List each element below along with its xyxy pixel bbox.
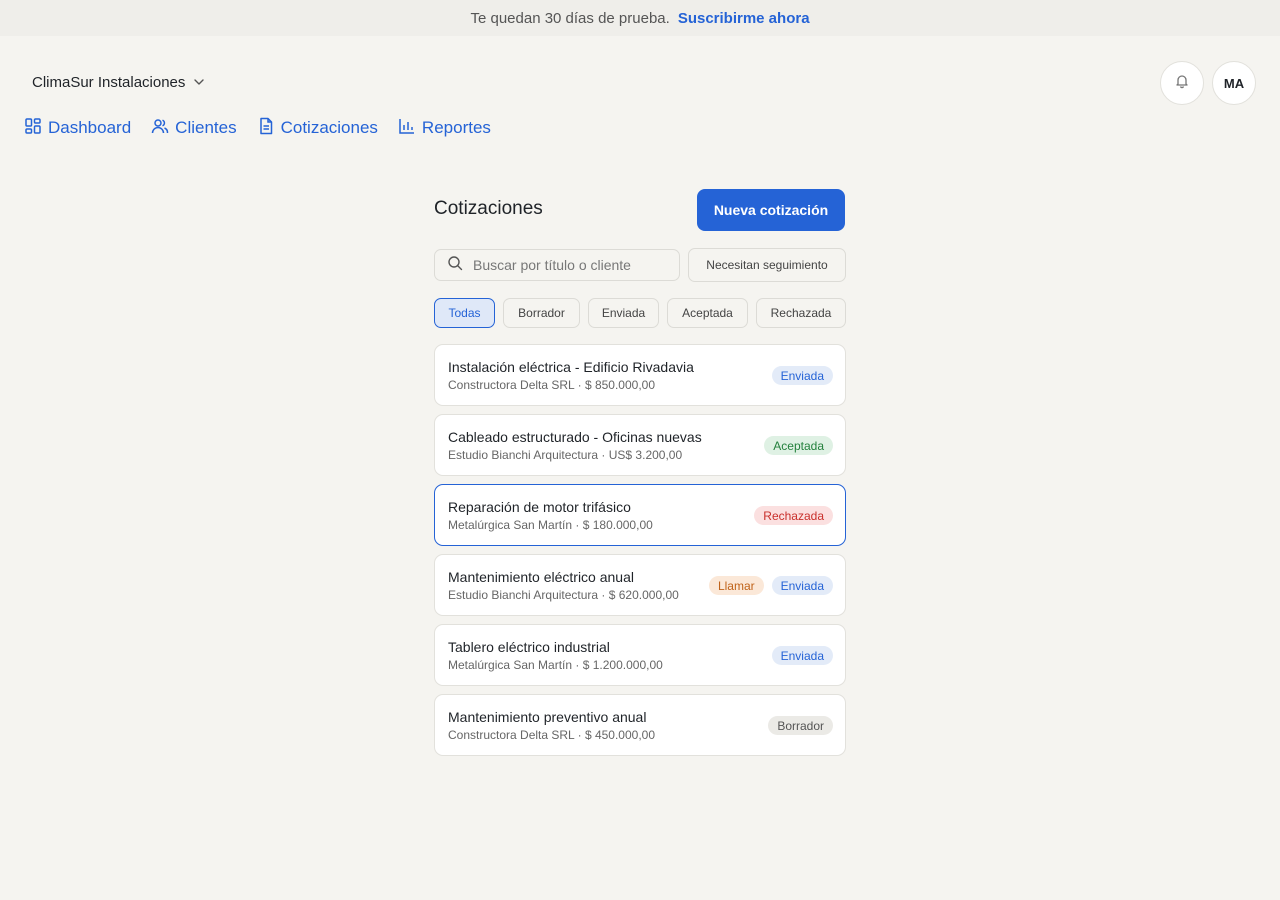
quote-title: Mantenimiento eléctrico anual — [448, 569, 634, 585]
trial-banner: Te quedan 30 días de prueba. Suscribirme… — [0, 0, 1280, 36]
status-badge: Borrador — [768, 716, 833, 735]
quote-card[interactable]: Tablero eléctrico industrial Metalúrgica… — [434, 624, 846, 686]
quote-title: Cableado estructurado - Oficinas nuevas — [448, 429, 702, 445]
bell-icon — [1174, 73, 1190, 94]
quote-card[interactable]: Reparación de motor trifásico Metalúrgic… — [434, 484, 846, 546]
dashboard-icon — [24, 117, 48, 140]
quote-subtitle: Constructora Delta SRL · $ 450.000,00 — [448, 728, 656, 742]
search-icon — [447, 255, 463, 276]
quote-subtitle: Estudio Bianchi Arquitectura · $ 620.000… — [448, 588, 679, 602]
quote-subtitle: Estudio Bianchi Arquitectura · US$ 3.200… — [448, 448, 683, 462]
filter-rechazada[interactable]: Rechazada — [756, 298, 846, 328]
status-badge: Enviada — [771, 576, 833, 595]
quote-subtitle: Metalúrgica San Martín · $ 1.200.000,00 — [448, 658, 663, 672]
quote-subtitle: Metalúrgica San Martín · $ 180.000,00 — [448, 518, 653, 532]
page-title: Cotizaciones — [434, 198, 543, 219]
nav-label: Reportes — [421, 118, 491, 137]
workspace-name: ClimaSur Instalaciones — [32, 73, 186, 91]
filter-aceptada[interactable]: Aceptada — [667, 298, 748, 328]
quote-card[interactable]: Cableado estructurado - Oficinas nuevas … — [434, 414, 846, 476]
avatar-initials: MA — [1223, 75, 1245, 91]
main-nav: Dashboard Clientes Cotizaciones Reportes — [24, 116, 511, 140]
status-badge: Enviada — [771, 366, 833, 385]
nav-label: Clientes — [175, 118, 237, 137]
status-badge: Enviada — [771, 646, 833, 665]
bar-chart-icon — [398, 117, 422, 140]
quote-card[interactable]: Instalación eléctrica - Edificio Rivadav… — [434, 344, 846, 406]
new-quote-button[interactable]: Nueva cotización — [697, 189, 845, 231]
filter-todas[interactable]: Todas — [434, 298, 495, 328]
workspace-selector[interactable]: ClimaSur Instalaciones — [32, 72, 205, 92]
quote-card[interactable]: Mantenimiento eléctrico anual Estudio Bi… — [434, 554, 846, 616]
status-filters: Todas Borrador Enviada Aceptada Rechazad… — [434, 298, 846, 328]
follow-up-badge: Llamar — [708, 576, 764, 595]
notifications-button[interactable] — [1160, 61, 1204, 105]
document-icon — [257, 117, 281, 140]
status-badge: Rechazada — [754, 506, 833, 525]
nav-label: Dashboard — [48, 118, 132, 137]
search-input[interactable] — [473, 257, 663, 273]
quote-title: Tablero eléctrico industrial — [448, 639, 610, 655]
quote-subtitle: Constructora Delta SRL · $ 850.000,00 — [448, 378, 656, 392]
subscribe-link[interactable]: Suscribirme ahora — [678, 10, 810, 27]
quote-card[interactable]: Mantenimiento preventivo anual Construct… — [434, 694, 846, 756]
nav-label: Cotizaciones — [280, 118, 378, 137]
quote-title: Reparación de motor trifásico — [448, 499, 631, 515]
status-badge: Aceptada — [764, 436, 833, 455]
follow-up-filter-button[interactable]: Necesitan seguimiento — [688, 248, 846, 282]
search-box[interactable] — [434, 249, 680, 281]
filter-enviada[interactable]: Enviada — [588, 298, 659, 328]
user-avatar[interactable]: MA — [1212, 61, 1256, 105]
quote-title: Mantenimiento preventivo anual — [448, 709, 647, 725]
nav-item-reportes[interactable]: Reportes — [398, 117, 491, 140]
nav-item-cotizaciones[interactable]: Cotizaciones — [257, 117, 378, 140]
users-icon — [151, 117, 175, 140]
filter-borrador[interactable]: Borrador — [503, 298, 580, 328]
trial-message: Te quedan 30 días de prueba. — [470, 9, 670, 27]
nav-item-clientes[interactable]: Clientes — [151, 117, 237, 140]
chevron-down-icon — [193, 76, 205, 88]
quote-title: Instalación eléctrica - Edificio Rivadav… — [448, 359, 694, 375]
nav-item-dashboard[interactable]: Dashboard — [24, 117, 131, 140]
